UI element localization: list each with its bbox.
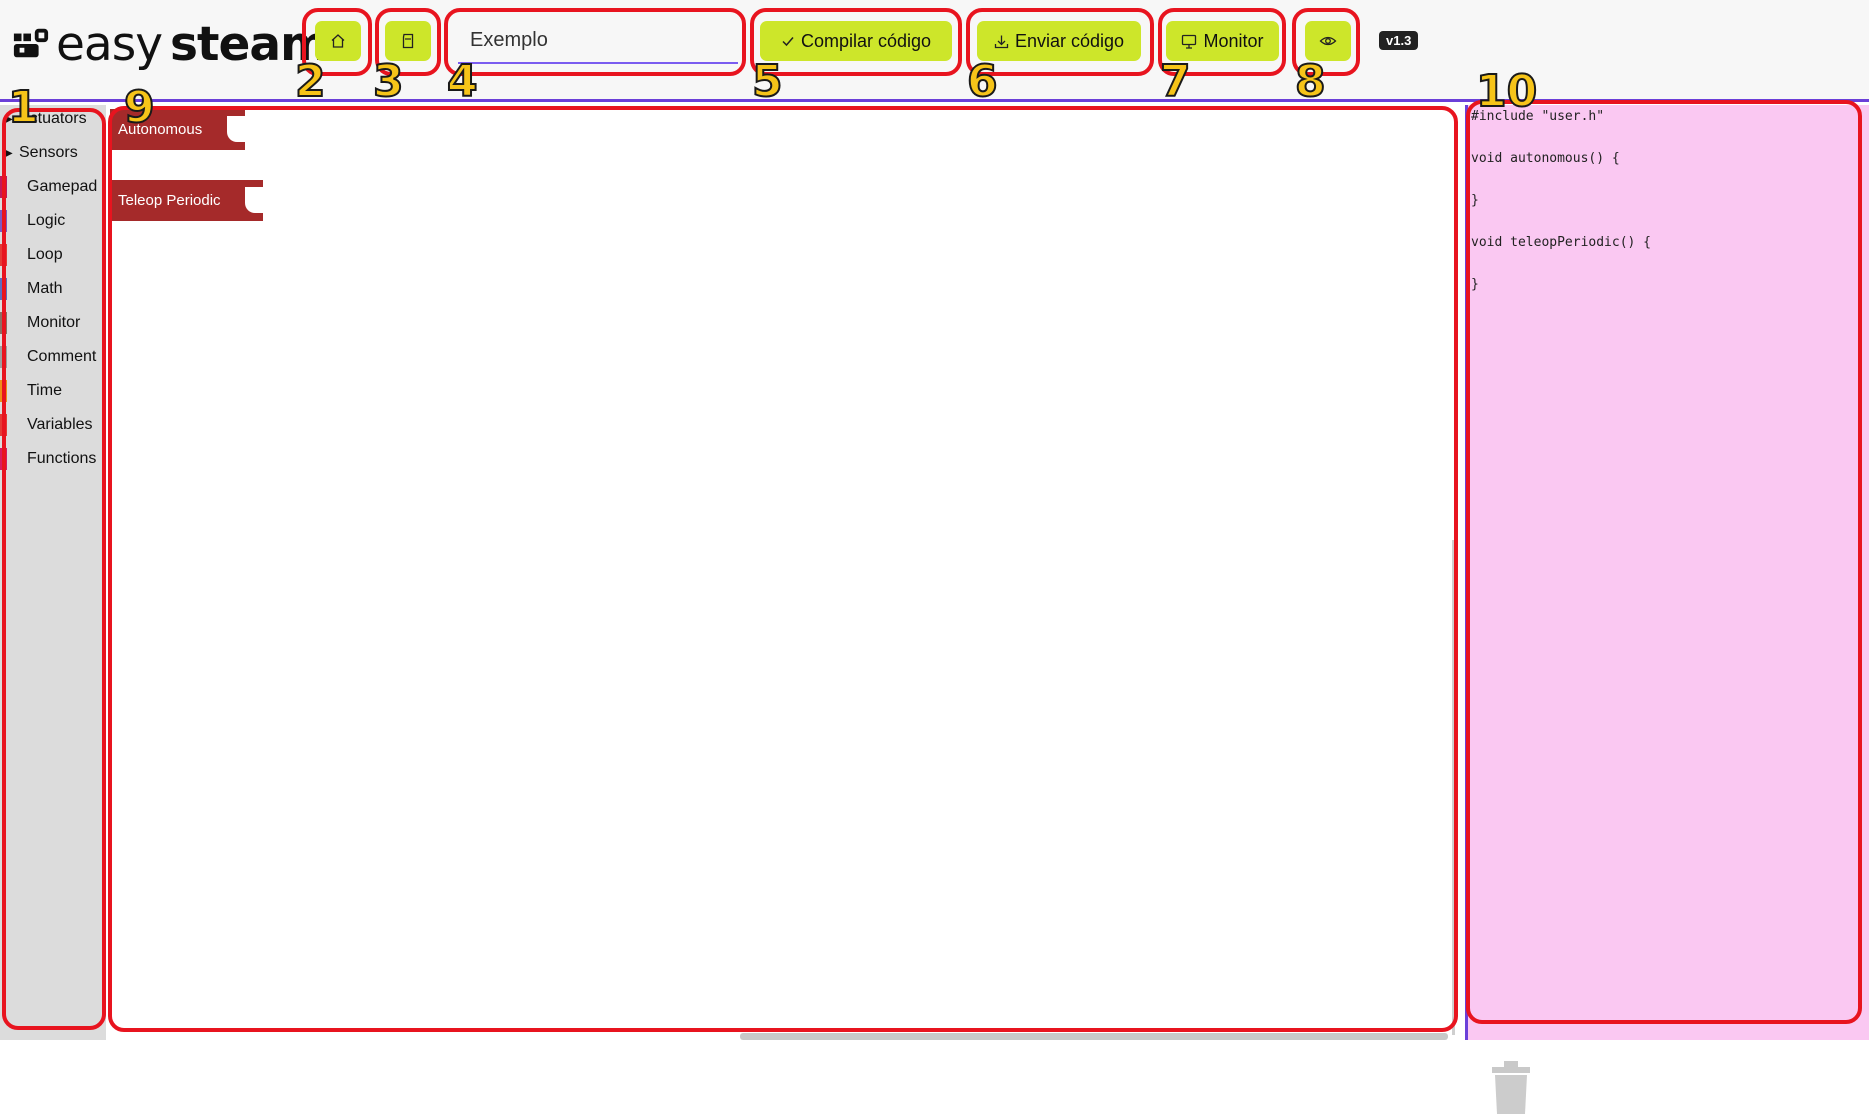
category-color-stripe xyxy=(0,346,7,368)
category-color-stripe xyxy=(0,244,7,266)
check-icon xyxy=(782,37,794,47)
block-toolbox: ▶ Actuators ▶ Sensors Gamepad Logic Loop… xyxy=(0,105,106,1040)
easy-steam-logo: easy steam xyxy=(12,14,329,74)
toolbox-category-label: Comment xyxy=(27,348,97,365)
toolbox-category-monitor[interactable]: Monitor xyxy=(0,309,106,337)
project-name-input[interactable] xyxy=(458,18,738,64)
toolbox-category-logic[interactable]: Logic xyxy=(0,207,106,235)
category-color-stripe xyxy=(0,380,7,402)
block-notch xyxy=(227,116,245,142)
toolbox-category-loop[interactable]: Loop xyxy=(0,241,106,269)
monitor-icon xyxy=(1182,34,1197,49)
blockly-workspace[interactable]: Autonomous Teleop Periodic xyxy=(106,105,1530,1114)
category-color-stripe xyxy=(0,312,7,334)
block-label: Teleop Periodic xyxy=(118,192,221,209)
trash-icon[interactable] xyxy=(1490,1059,1532,1115)
code-line: } xyxy=(1471,277,1479,292)
toolbox-category-label: Sensors xyxy=(19,144,78,161)
eye-icon xyxy=(1319,36,1337,46)
toolbox-category-label: Loop xyxy=(27,246,63,263)
toolbox-category-math[interactable]: Math xyxy=(0,275,106,303)
toolbox-category-label: Time xyxy=(27,382,62,399)
block-label: Autonomous xyxy=(118,121,203,138)
monitor-button-label: Monitor xyxy=(1203,30,1264,51)
upload-button-label: Enviar código xyxy=(1014,30,1125,51)
logo-mark-icon xyxy=(13,28,49,58)
logo-text-easy: easy xyxy=(56,16,163,72)
toolbox-category-functions[interactable]: Functions xyxy=(0,445,106,473)
top-bar: easy steam Compilar código Enviar código… xyxy=(0,0,1869,102)
workspace-vertical-scrollbar[interactable] xyxy=(1452,540,1455,1035)
logo-text-steam: steam xyxy=(170,16,329,72)
category-color-stripe xyxy=(0,176,7,198)
toolbox-category-label: Math xyxy=(27,280,63,297)
toolbox-category-label: Actuators xyxy=(19,110,87,127)
toolbox-category-label: Variables xyxy=(27,416,93,433)
version-badge: v1.3 xyxy=(1379,31,1419,50)
toolbox-category-label: Logic xyxy=(27,212,66,229)
category-color-stripe xyxy=(0,448,7,470)
toolbox-category-comment[interactable]: Comment xyxy=(0,343,106,371)
compile-button-label: Compilar código xyxy=(800,30,932,51)
expand-arrow-icon: ▶ xyxy=(5,113,13,125)
category-color-stripe xyxy=(0,210,7,232)
sd-card-icon xyxy=(402,33,414,49)
category-color-stripe xyxy=(0,414,7,436)
teleop-periodic-block[interactable]: Teleop Periodic xyxy=(110,180,263,221)
code-line: } xyxy=(1471,193,1479,208)
code-line: void teleopPeriodic() { xyxy=(1471,235,1652,250)
generated-code-panel: #include "user.h" void autonomous() { } … xyxy=(1465,105,1869,1040)
toolbox-category-label: Functions xyxy=(27,450,97,467)
toolbox-category-variables[interactable]: Variables xyxy=(0,411,106,439)
toolbox-category-sensors[interactable]: ▶ Sensors xyxy=(0,139,106,167)
view-toggle-button[interactable] xyxy=(1305,21,1351,61)
toolbox-category-actuators[interactable]: ▶ Actuators xyxy=(0,105,106,133)
workspace-horizontal-scrollbar[interactable] xyxy=(740,1033,1448,1040)
code-line: #include "user.h" xyxy=(1471,109,1605,124)
home-button[interactable] xyxy=(315,21,361,61)
home-icon xyxy=(331,34,345,48)
upload-button[interactable]: Enviar código xyxy=(977,21,1141,61)
save-button[interactable] xyxy=(385,21,431,61)
toolbox-category-gamepad[interactable]: Gamepad xyxy=(0,173,106,201)
toolbox-category-label: Gamepad xyxy=(27,178,98,195)
category-color-stripe xyxy=(0,278,7,300)
autonomous-block[interactable]: Autonomous xyxy=(110,109,245,150)
block-notch xyxy=(245,187,263,213)
expand-arrow-icon: ▶ xyxy=(5,147,13,159)
toolbox-category-time[interactable]: Time xyxy=(0,377,106,405)
toolbox-category-label: Monitor xyxy=(27,314,81,331)
download-icon xyxy=(994,35,1009,48)
monitor-button[interactable]: Monitor xyxy=(1166,21,1279,61)
compile-button[interactable]: Compilar código xyxy=(760,21,952,61)
code-line: void autonomous() { xyxy=(1471,151,1620,166)
